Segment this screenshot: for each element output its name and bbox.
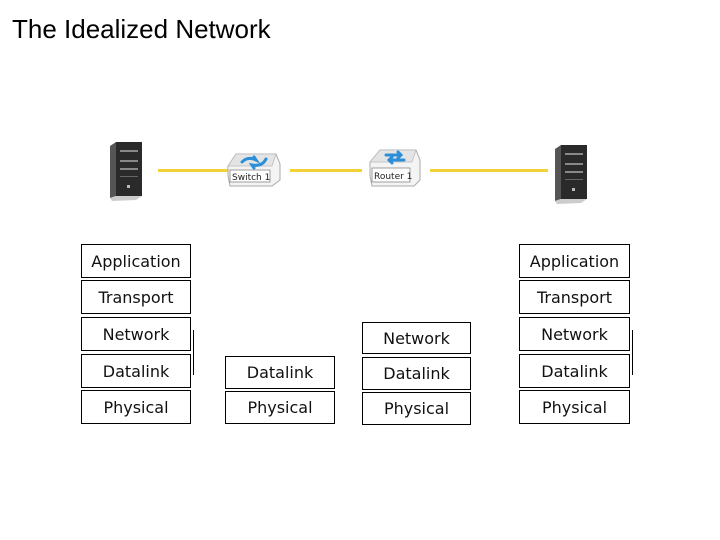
layer-network: Network bbox=[81, 317, 191, 351]
layer-physical: Physical bbox=[225, 391, 335, 424]
layer-application: Application bbox=[519, 244, 630, 278]
layer-network: Network bbox=[519, 317, 630, 351]
layer-datalink: Datalink bbox=[225, 356, 335, 389]
layer-datalink: Datalink bbox=[362, 357, 471, 390]
layer-transport: Transport bbox=[81, 280, 191, 314]
server-icon bbox=[555, 145, 587, 204]
router-icon: Router 1 bbox=[369, 149, 421, 187]
layer-physical: Physical bbox=[81, 390, 191, 424]
layer-physical: Physical bbox=[519, 390, 630, 424]
link-switch-to-router bbox=[290, 169, 362, 172]
layer-datalink: Datalink bbox=[81, 354, 191, 388]
layer-datalink: Datalink bbox=[519, 354, 630, 388]
bracket-line bbox=[632, 330, 633, 375]
switch-icon: Switch 1 bbox=[227, 153, 281, 187]
layer-transport: Transport bbox=[519, 280, 630, 314]
router-label: Router 1 bbox=[374, 172, 412, 182]
server-icon bbox=[110, 142, 142, 201]
link-host-to-switch bbox=[158, 169, 230, 172]
bracket-line bbox=[193, 330, 194, 375]
slide-title: The Idealized Network bbox=[12, 14, 271, 44]
layer-network: Network bbox=[362, 322, 471, 354]
layer-application: Application bbox=[81, 244, 191, 278]
switch-label: Switch 1 bbox=[232, 173, 270, 183]
layer-physical: Physical bbox=[362, 392, 471, 425]
link-router-to-host bbox=[430, 169, 548, 172]
